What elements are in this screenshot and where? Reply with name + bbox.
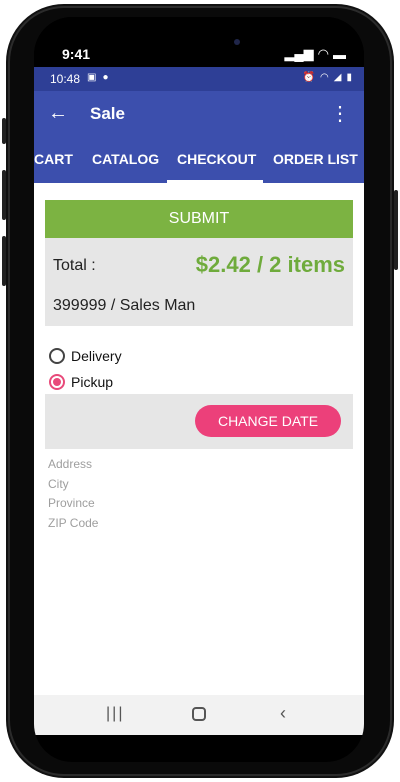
wifi-icon: ◠ bbox=[320, 72, 329, 83]
page-title: Sale bbox=[90, 104, 125, 123]
radio-button[interactable] bbox=[49, 348, 65, 364]
battery-icon: ▮ bbox=[346, 72, 352, 83]
android-status-bar: 10:48 ▣ ● ⏰ ◠ ◢ ▮ bbox=[34, 67, 364, 91]
radio-button-checked[interactable] bbox=[49, 374, 65, 390]
change-date-button[interactable]: CHANGE DATE bbox=[195, 405, 341, 437]
total-label: Total : bbox=[53, 257, 96, 274]
tab-cart[interactable]: CART bbox=[34, 151, 73, 167]
tab-catalog[interactable]: CATALOG bbox=[92, 151, 159, 167]
arrow-back-icon[interactable]: ← bbox=[48, 102, 68, 125]
address-field: Address bbox=[48, 457, 93, 471]
ios-status-icons: ▂▄▆ ◠ ▬ bbox=[284, 46, 346, 62]
phone-side-button bbox=[2, 118, 6, 144]
app-bar: ← Sale ⋮ bbox=[34, 91, 364, 137]
phone-side-button bbox=[394, 190, 398, 270]
phone-side-button bbox=[2, 170, 6, 220]
tab-order-list[interactable]: ORDER LIST bbox=[273, 151, 358, 167]
pickup-label: Pickup bbox=[71, 374, 114, 390]
province-field: Province bbox=[48, 496, 95, 510]
more-vert-icon[interactable]: ⋮ bbox=[330, 101, 350, 126]
zip-code-field: ZIP Code bbox=[48, 516, 99, 530]
battery-icon: ▬ bbox=[333, 46, 346, 62]
tab-checkout[interactable]: CHECKOUT bbox=[177, 151, 256, 167]
camera-icon bbox=[234, 39, 240, 45]
total-value: $2.42 / 2 items bbox=[195, 252, 345, 277]
recent-apps-icon[interactable]: ||| bbox=[106, 705, 124, 723]
ios-status-bar: 9:41 ▂▄▆ ◠ ▬ bbox=[34, 17, 364, 67]
customer-info: 399999 / Sales Man bbox=[53, 297, 196, 314]
phone-side-button bbox=[2, 236, 6, 286]
ios-time: 9:41 bbox=[62, 46, 91, 62]
nav-back-icon[interactable]: ‹ bbox=[280, 703, 286, 724]
phone-screen: 9:41 ▂▄▆ ◠ ▬ 10:48 ▣ ● ⏰ ◠ ◢ ▮ ← Sale ⋮ … bbox=[34, 17, 364, 762]
wifi-icon: ◠ bbox=[317, 46, 329, 61]
pickup-radio-option[interactable]: Pickup bbox=[49, 371, 113, 393]
submit-button[interactable]: SUBMIT bbox=[45, 200, 353, 238]
tab-bar: CART CATALOG CHECKOUT ORDER LIST bbox=[34, 137, 364, 183]
notification-icons: ▣ ● bbox=[87, 72, 109, 83]
signal-icon: ◢ bbox=[333, 72, 342, 83]
bulb-icon: ● bbox=[102, 72, 109, 83]
date-panel: CHANGE DATE bbox=[45, 394, 353, 449]
android-nav-bar: ||| ‹ bbox=[34, 695, 364, 735]
signal-icon: ▂▄▆ bbox=[284, 46, 314, 61]
checkout-content: SUBMIT Total : $2.42 / 2 items 399999 / … bbox=[34, 183, 364, 695]
system-icons: ⏰ ◠ ◢ ▮ bbox=[303, 72, 352, 83]
image-icon: ▣ bbox=[87, 72, 97, 83]
city-field: City bbox=[48, 477, 69, 491]
order-summary-panel: Total : $2.42 / 2 items 399999 / Sales M… bbox=[45, 238, 353, 326]
home-icon[interactable] bbox=[192, 707, 206, 721]
delivery-radio-option[interactable]: Delivery bbox=[49, 345, 122, 367]
delivery-label: Delivery bbox=[71, 348, 122, 364]
alarm-icon: ⏰ bbox=[302, 72, 316, 83]
android-time: 10:48 bbox=[50, 72, 81, 86]
